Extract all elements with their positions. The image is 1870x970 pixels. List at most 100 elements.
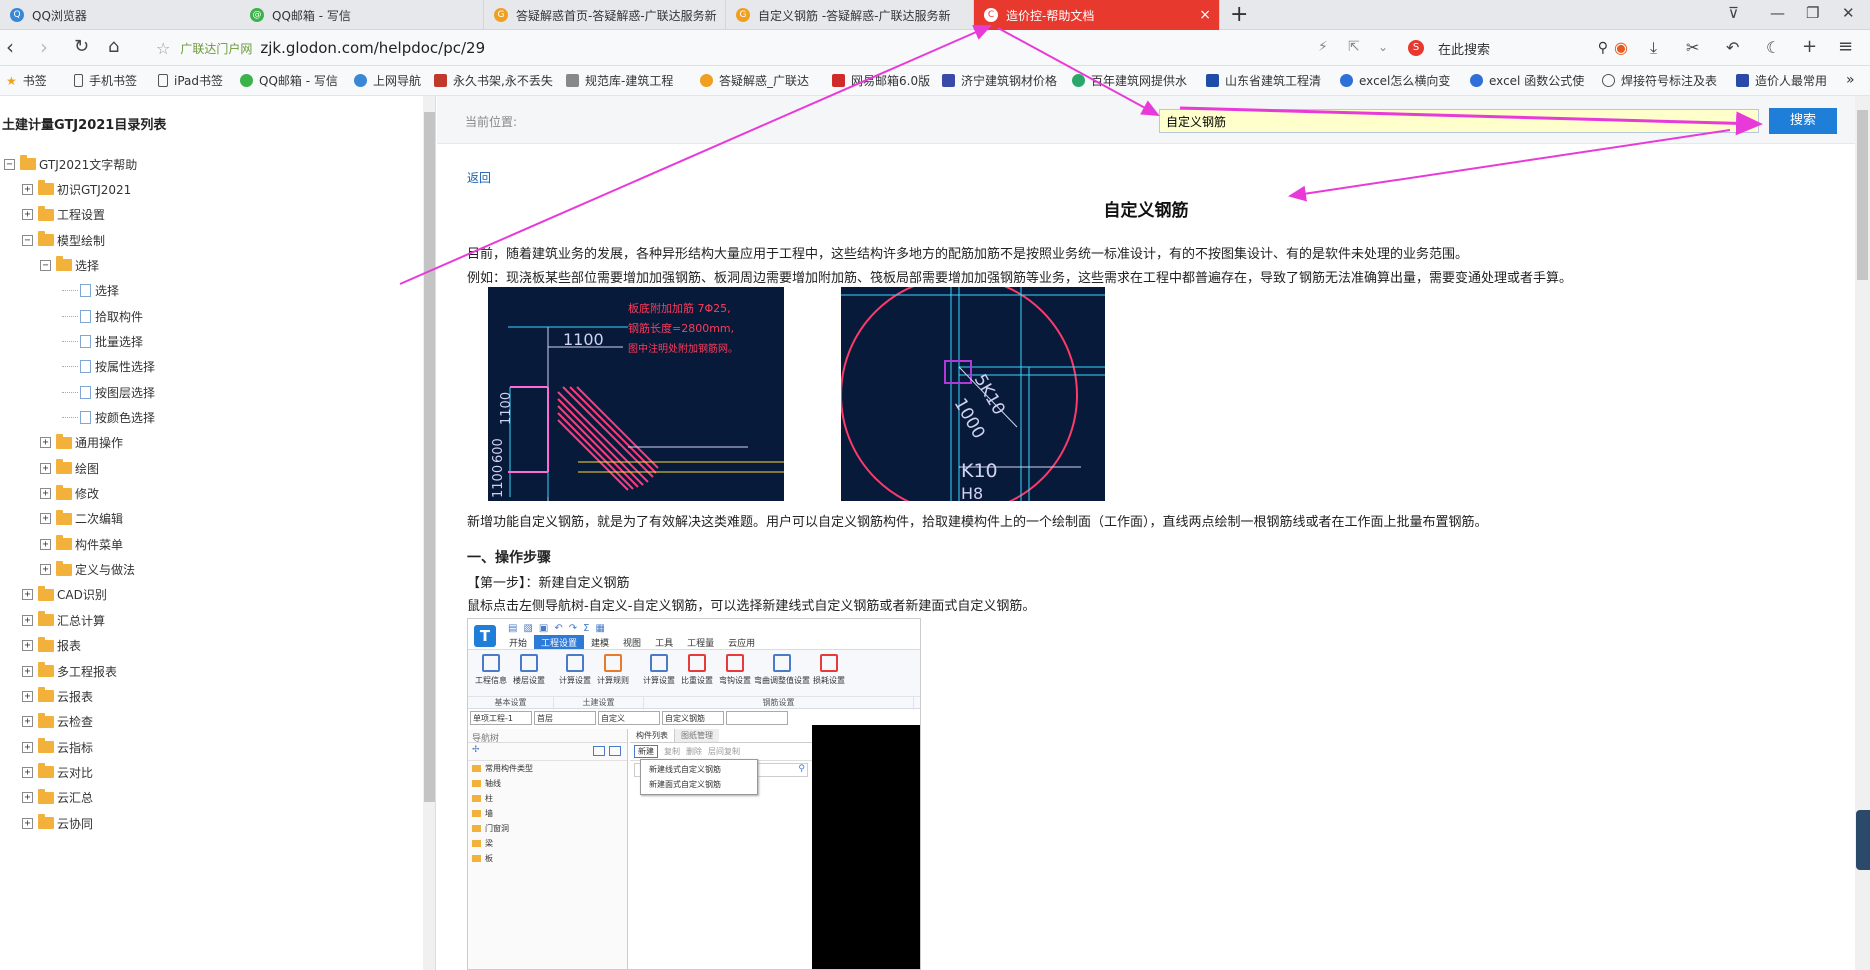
collapse-icon[interactable]: − (22, 234, 33, 246)
bookmark-item[interactable]: 网易邮箱6.0版 (832, 72, 942, 89)
tree-leaf-item[interactable]: 按图层选择 (62, 382, 155, 402)
add-icon[interactable]: + (1802, 36, 1817, 57)
tree-folder-item[interactable]: + 初识GTJ2021 (22, 179, 131, 199)
expand-icon[interactable]: + (22, 741, 33, 753)
expand-icon[interactable]: + (22, 640, 33, 652)
star-icon[interactable]: ☆ (156, 39, 170, 58)
search-icon[interactable]: ⚲ (798, 764, 805, 774)
ribbon-tab[interactable]: 云应用 (721, 635, 762, 650)
ribbon-tab[interactable]: 工程设置 (534, 635, 585, 650)
tree-folder-item[interactable]: + 工程设置 (22, 205, 105, 225)
tree-folder-item[interactable]: + 云协同 (22, 813, 93, 833)
collapse-icon[interactable]: − (4, 158, 15, 170)
expand-icon[interactable]: + (40, 513, 51, 525)
bookmark-item[interactable]: 造价人最常用 (1736, 72, 1840, 89)
tree-folder-item[interactable]: − GTJ2021文字帮助 (4, 154, 137, 174)
collapse-icon[interactable]: − (40, 259, 51, 271)
bookmark-item[interactable]: 手机书签 (74, 72, 137, 89)
ribbon-tab[interactable]: 开始 (502, 635, 534, 650)
menu-icon[interactable]: ≡ (1838, 36, 1853, 57)
tree-folder-item[interactable]: + 构件菜单 (40, 534, 123, 554)
nav-tree-item[interactable]: 柱 (468, 791, 627, 806)
back-link[interactable]: 返回 (467, 169, 491, 186)
expand-icon[interactable]: + (40, 538, 51, 550)
expand-icon[interactable]: + (40, 488, 51, 500)
ribbon-tool-button[interactable]: 计算设置 (556, 654, 594, 686)
bookmark-item[interactable]: 山东省建筑工程清 (1206, 72, 1330, 89)
list-view-icon[interactable] (593, 746, 605, 756)
dropdown-select[interactable]: 自定义钢筋 (662, 711, 724, 725)
ribbon-tab[interactable]: 视图 (616, 635, 648, 650)
list-button[interactable]: 复制 (664, 746, 680, 757)
expand-icon[interactable]: + (22, 614, 33, 626)
tab-help-doc[interactable]: C 造价控-帮助文档 × (974, 0, 1220, 30)
expand-icon[interactable]: + (40, 564, 51, 576)
share-icon[interactable]: ⇱ (1348, 39, 1360, 55)
bookmark-item[interactable]: excel 函数公式使 (1470, 72, 1594, 89)
tree-leaf-item[interactable]: 按颜色选择 (62, 408, 155, 428)
ribbon-tool-button[interactable]: 工程信息 (472, 654, 510, 686)
expand-icon[interactable]: + (22, 690, 33, 702)
expand-icon[interactable]: + (22, 766, 33, 778)
minimize-icon[interactable]: — (1770, 4, 1785, 22)
tree-folder-item[interactable]: + 云检查 (22, 712, 93, 732)
bookmark-item[interactable]: 百年建筑网提供水 (1072, 72, 1196, 89)
tree-folder-item[interactable]: + 多工程报表 (22, 661, 117, 681)
list-button[interactable]: 新建 (634, 745, 658, 758)
ribbon-tab[interactable]: 工程量 (680, 635, 721, 650)
tree-folder-item[interactable]: + 绘图 (40, 458, 99, 478)
bookmark-item[interactable]: excel怎么横向变 (1340, 72, 1464, 89)
expand-icon[interactable]: + (22, 589, 33, 601)
tree-folder-item[interactable]: − 选择 (40, 255, 99, 275)
tree-folder-item[interactable]: + 云报表 (22, 686, 93, 706)
tree-folder-item[interactable]: + 报表 (22, 636, 81, 656)
tab-qa-home[interactable]: G 答疑解惑首页-答疑解惑-广联达服务新 (484, 0, 726, 30)
close-tab-icon[interactable]: × (1199, 7, 1211, 23)
tree-leaf-item[interactable]: 按属性选择 (62, 357, 155, 377)
url-text[interactable]: zjk.glodon.com/helpdoc/pc/29 (260, 39, 485, 57)
expand-icon[interactable]: + (40, 437, 51, 449)
dropdown-select[interactable]: 单项工程-1 (470, 711, 532, 725)
tab-qq-browser[interactable]: Q QQ浏览器 (0, 0, 240, 30)
game-icon[interactable]: ◉ (1614, 38, 1628, 57)
tree-folder-item[interactable]: + 汇总计算 (22, 610, 105, 630)
more-bookmarks-icon[interactable]: » (1846, 72, 1855, 88)
nav-tree-item[interactable]: 轴线 (468, 776, 627, 791)
search-icon[interactable]: ⚲ (1598, 40, 1608, 56)
dropdown-select[interactable]: 自定义 (598, 711, 660, 725)
chevron-down-icon[interactable]: ⌄ (1378, 40, 1388, 54)
bookmark-item[interactable]: ★ 书签 (6, 72, 47, 89)
bookmark-item[interactable]: 规范库-建筑工程 (566, 72, 686, 89)
expand-icon[interactable]: + (22, 183, 33, 195)
undo-icon[interactable]: ↶ (1726, 38, 1739, 57)
nav-tree-item[interactable]: 墙 (468, 806, 627, 821)
bookmark-item[interactable]: 焊接符号标注及表 (1602, 72, 1732, 89)
scissors-icon[interactable]: ✂ (1686, 38, 1699, 57)
bookmark-item[interactable]: iPad书签 (158, 72, 223, 89)
tree-folder-item[interactable]: + CAD识别 (22, 585, 107, 605)
forward-icon[interactable]: › (40, 35, 48, 59)
close-window-icon[interactable]: ✕ (1842, 4, 1855, 22)
bookmark-item[interactable]: QQ邮箱 - 写信 (240, 72, 338, 89)
back-icon[interactable]: ‹ (6, 35, 14, 59)
ribbon-tool-button[interactable]: 弯钩设置 (716, 654, 754, 686)
home-icon[interactable]: ⌂ (108, 36, 119, 57)
doc-search-input[interactable] (1159, 109, 1759, 133)
bookmark-item[interactable]: 永久书架,永不丢失 (434, 72, 554, 89)
tree-leaf-item[interactable]: 批量选择 (62, 331, 143, 351)
ribbon-tool-button[interactable]: 损耗设置 (810, 654, 848, 686)
expand-icon[interactable]: + (22, 209, 33, 221)
expand-icon[interactable]: + (40, 462, 51, 474)
tab-custom-rebar[interactable]: G 自定义钢筋 -答疑解惑-广联达服务新 (726, 0, 974, 30)
list-tab[interactable]: 构件列表 (630, 729, 675, 742)
grid-view-icon[interactable] (609, 746, 621, 756)
bookmark-item[interactable]: 上网导航 (354, 72, 421, 89)
pin-icon[interactable]: ⊽ (1728, 4, 1739, 22)
ribbon-tool-button[interactable]: 楼层设置 (510, 654, 548, 686)
new-menu-item[interactable]: 新建面式自定义钢筋 (641, 777, 757, 792)
restore-icon[interactable]: ❐ (1806, 4, 1819, 22)
expand-icon[interactable]: + (22, 665, 33, 677)
list-tab[interactable]: 图纸管理 (675, 729, 719, 742)
expand-icon[interactable]: + (22, 792, 33, 804)
lightning-icon[interactable]: ⚡ (1318, 39, 1328, 55)
